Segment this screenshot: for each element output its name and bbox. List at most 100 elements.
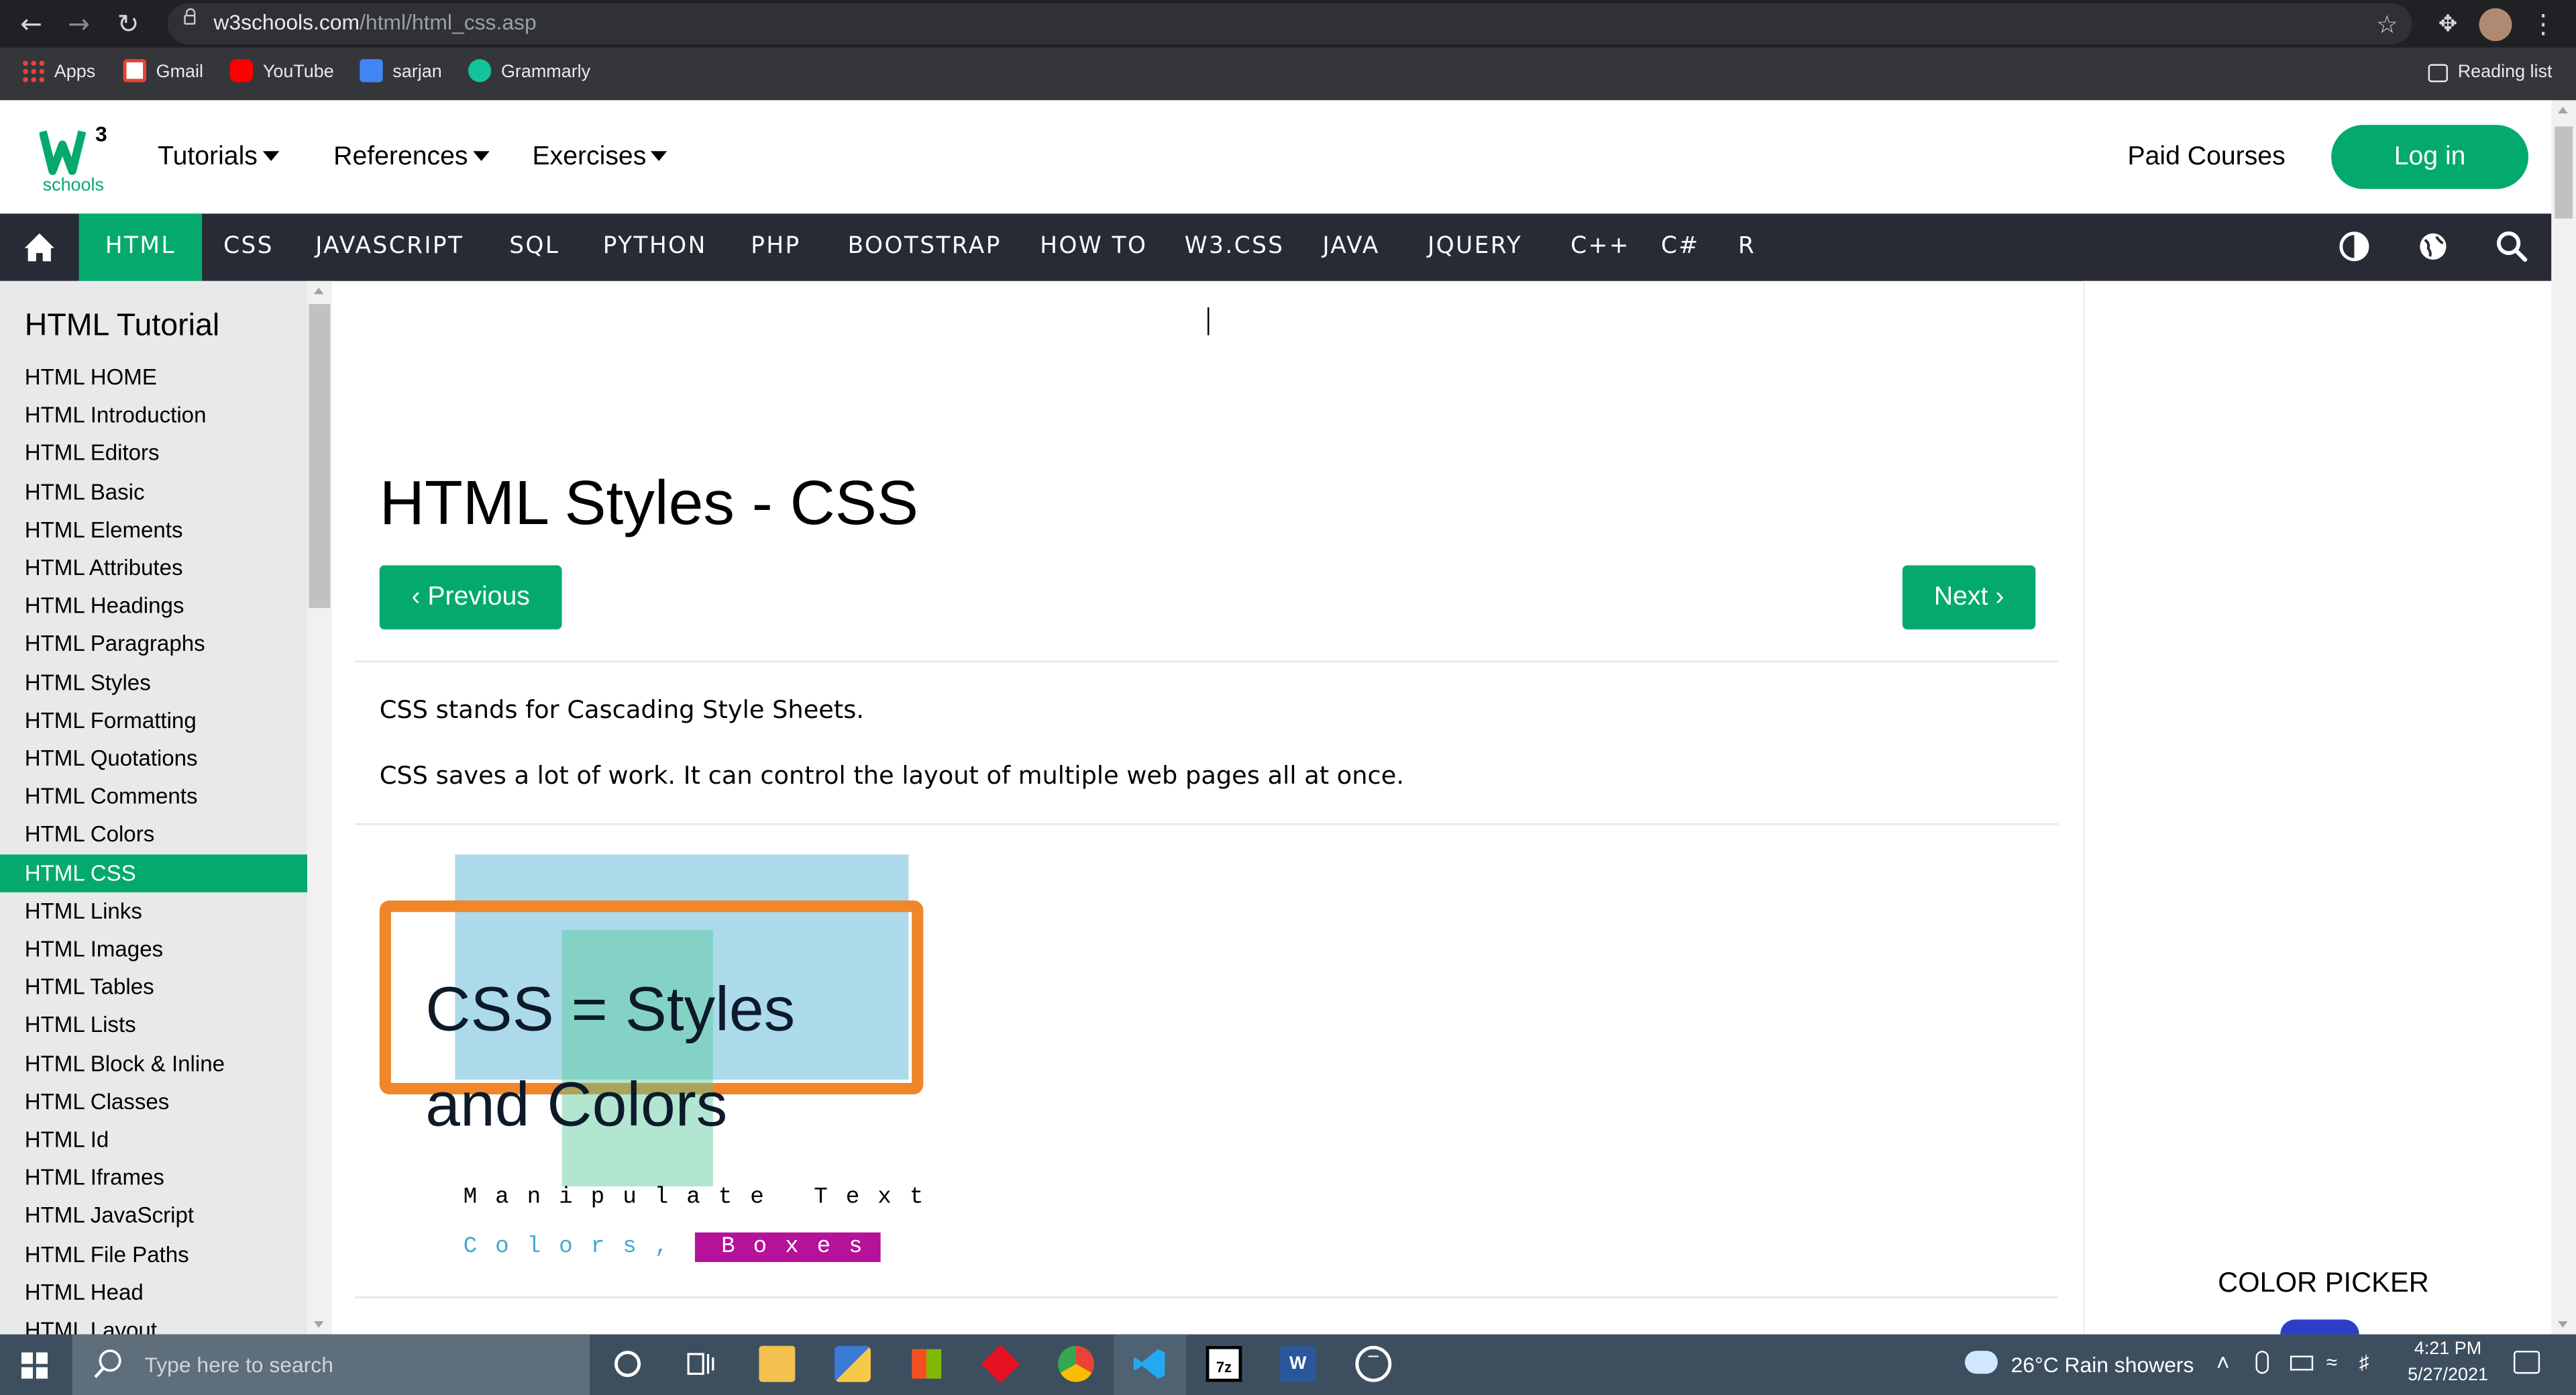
w3schools-logo[interactable]: 3 schools	[39, 121, 115, 194]
apps-grid-icon	[21, 59, 45, 83]
topnav-csharp[interactable]: C#	[1661, 213, 1700, 280]
reading-list[interactable]: Reading list	[2428, 59, 2552, 87]
sidebar-scroll-thumb[interactable]	[309, 304, 331, 609]
weather-text[interactable]: 26°C Rain showers	[2011, 1353, 2194, 1378]
sidebar-item[interactable]: HTML Lists	[0, 1006, 307, 1044]
task-view-icon[interactable]	[684, 1346, 720, 1382]
scroll-down-icon[interactable]	[313, 1321, 324, 1328]
topnav-r[interactable]: R	[1738, 213, 1756, 280]
caret-down-icon	[262, 151, 279, 162]
nav-exercises[interactable]: Exercises	[532, 142, 668, 174]
reload-icon[interactable]: ↻	[112, 8, 145, 41]
sidebar-item[interactable]: HTML Classes	[0, 1082, 307, 1120]
bookmark-sarjan[interactable]: sarjan	[360, 59, 442, 87]
extensions-icon[interactable]: ✥	[2432, 8, 2465, 41]
topnav-howto[interactable]: HOW TO	[1040, 213, 1147, 280]
previous-button[interactable]: ‹ Previous	[379, 565, 562, 629]
sidebar-item[interactable]: HTML Editors	[0, 434, 307, 472]
sidebar-item[interactable]: HTML Formatting	[0, 701, 307, 739]
topnav-w3css[interactable]: W3.CSS	[1185, 213, 1285, 280]
sidebar-item[interactable]: HTML Links	[0, 892, 307, 929]
star-icon[interactable]: ☆	[2371, 8, 2404, 41]
topnav-cpp[interactable]: C++	[1570, 213, 1630, 280]
paragraph-2: CSS saves a lot of work. It can control …	[379, 760, 1405, 790]
page-scroll-thumb[interactable]	[2555, 126, 2573, 219]
cortana-icon[interactable]	[614, 1351, 641, 1378]
scroll-up-icon[interactable]	[313, 287, 324, 295]
microphone-icon[interactable]	[2255, 1351, 2269, 1374]
contrast-icon[interactable]	[2338, 230, 2371, 263]
word-icon[interactable]: W	[1279, 1345, 1316, 1382]
sidebar-item[interactable]: HTML Basic	[0, 472, 307, 510]
weather-cloud-icon[interactable]	[1965, 1351, 1998, 1374]
smiley-icon[interactable]: ‾	[1355, 1345, 1392, 1382]
windows-start-icon[interactable]	[21, 1352, 48, 1379]
nav-tutorials[interactable]: Tutorials	[158, 142, 279, 174]
sidebar-item[interactable]: HTML Quotations	[0, 739, 307, 777]
7zip-icon[interactable]: 7z	[1205, 1345, 1242, 1382]
paid-courses-link[interactable]: Paid Courses	[2127, 142, 2285, 174]
sidebar-item[interactable]: HTML HOME	[0, 358, 307, 396]
sidebar-item[interactable]: HTML Block & Inline	[0, 1045, 307, 1082]
bookmark-youtube[interactable]: YouTube	[229, 59, 334, 87]
sidebar-item[interactable]: HTML Introduction	[0, 397, 307, 434]
sidebar-item[interactable]: HTML Colors	[0, 816, 307, 854]
scroll-down-icon[interactable]	[2558, 1321, 2568, 1328]
topnav-html[interactable]: HTML	[78, 213, 203, 281]
sidebar-item[interactable]: HTML Id	[0, 1121, 307, 1158]
globe-icon[interactable]	[2416, 230, 2449, 263]
bookmark-apps[interactable]: Apps	[21, 59, 95, 87]
menu-dots-icon[interactable]: ⋮	[2527, 8, 2560, 41]
notifications-icon[interactable]	[2513, 1351, 2540, 1374]
topnav-sql[interactable]: SQL	[509, 213, 559, 280]
search-icon[interactable]	[2496, 230, 2528, 263]
sidebar-item[interactable]: HTML Images	[0, 930, 307, 968]
color-picker-heading[interactable]: COLOR PICKER	[2218, 1265, 2429, 1302]
topnav-python[interactable]: PYTHON	[603, 213, 707, 280]
vscode-icon[interactable]	[1132, 1346, 1168, 1382]
sidebar-item[interactable]: HTML Headings	[0, 587, 307, 625]
chrome-icon[interactable]	[1058, 1345, 1095, 1382]
clock-time[interactable]: 4:21 PM	[2408, 1339, 2487, 1359]
battery-icon[interactable]	[2290, 1355, 2314, 1371]
topnav-php[interactable]: PHP	[751, 213, 801, 280]
bookmark-grammarly[interactable]: Grammarly	[468, 59, 590, 87]
sidebar-item[interactable]: HTML Paragraphs	[0, 625, 307, 663]
sidebar-item[interactable]: HTML Comments	[0, 778, 307, 815]
nav-references[interactable]: References	[333, 142, 490, 174]
back-arrow-icon[interactable]: ←	[15, 8, 48, 41]
topnav-bootstrap[interactable]: BOOTSTRAP	[848, 213, 1002, 280]
page-scrollbar[interactable]	[2551, 100, 2576, 1335]
sidebar-item[interactable]: HTML File Paths	[0, 1235, 307, 1273]
sidebar-item[interactable]: HTML Attributes	[0, 549, 307, 586]
file-explorer-icon[interactable]	[759, 1345, 796, 1382]
sidebar-item[interactable]: HTML Styles	[0, 663, 307, 701]
sidebar-item[interactable]: HTML Head	[0, 1273, 307, 1310]
scroll-up-icon[interactable]	[2558, 107, 2568, 113]
forward-arrow-icon[interactable]: →	[62, 8, 95, 41]
python-icon[interactable]	[835, 1345, 871, 1382]
sidebar-scrollbar[interactable]	[307, 280, 332, 1335]
url-text[interactable]: w3schools.com/html/html_css.asp	[213, 10, 536, 36]
clock-date[interactable]: 5/27/2021	[2399, 1365, 2498, 1385]
chevron-up-icon[interactable]: ˄	[2216, 1349, 2230, 1376]
sidebar-item[interactable]: HTML Elements	[0, 511, 307, 548]
store-icon[interactable]	[908, 1345, 945, 1382]
topnav-java[interactable]: JAVA	[1322, 213, 1379, 280]
topnav-css[interactable]: CSS	[223, 213, 274, 280]
taskbar-search-placeholder[interactable]: Type here to search	[145, 1353, 333, 1378]
next-button[interactable]: Next ›	[1902, 565, 2036, 629]
sidebar-item[interactable]: HTML JavaScript	[0, 1197, 307, 1235]
color-picker-wheel[interactable]	[2280, 1319, 2359, 1335]
topnav-jquery[interactable]: JQUERY	[1428, 213, 1522, 280]
topnav-javascript[interactable]: JAVASCRIPT	[315, 213, 464, 280]
home-icon[interactable]	[0, 213, 79, 280]
profile-avatar[interactable]	[2479, 8, 2512, 42]
volume-icon[interactable]: ♯	[2359, 1351, 2369, 1374]
sidebar-item[interactable]: HTML Iframes	[0, 1159, 307, 1196]
bookmark-gmail[interactable]: Gmail	[123, 59, 203, 87]
wifi-icon[interactable]: ≈	[2326, 1351, 2337, 1374]
sidebar-item[interactable]: HTML Tables	[0, 968, 307, 1006]
login-button[interactable]: Log in	[2331, 125, 2529, 189]
sidebar-item[interactable]: HTML CSS	[0, 854, 307, 892]
